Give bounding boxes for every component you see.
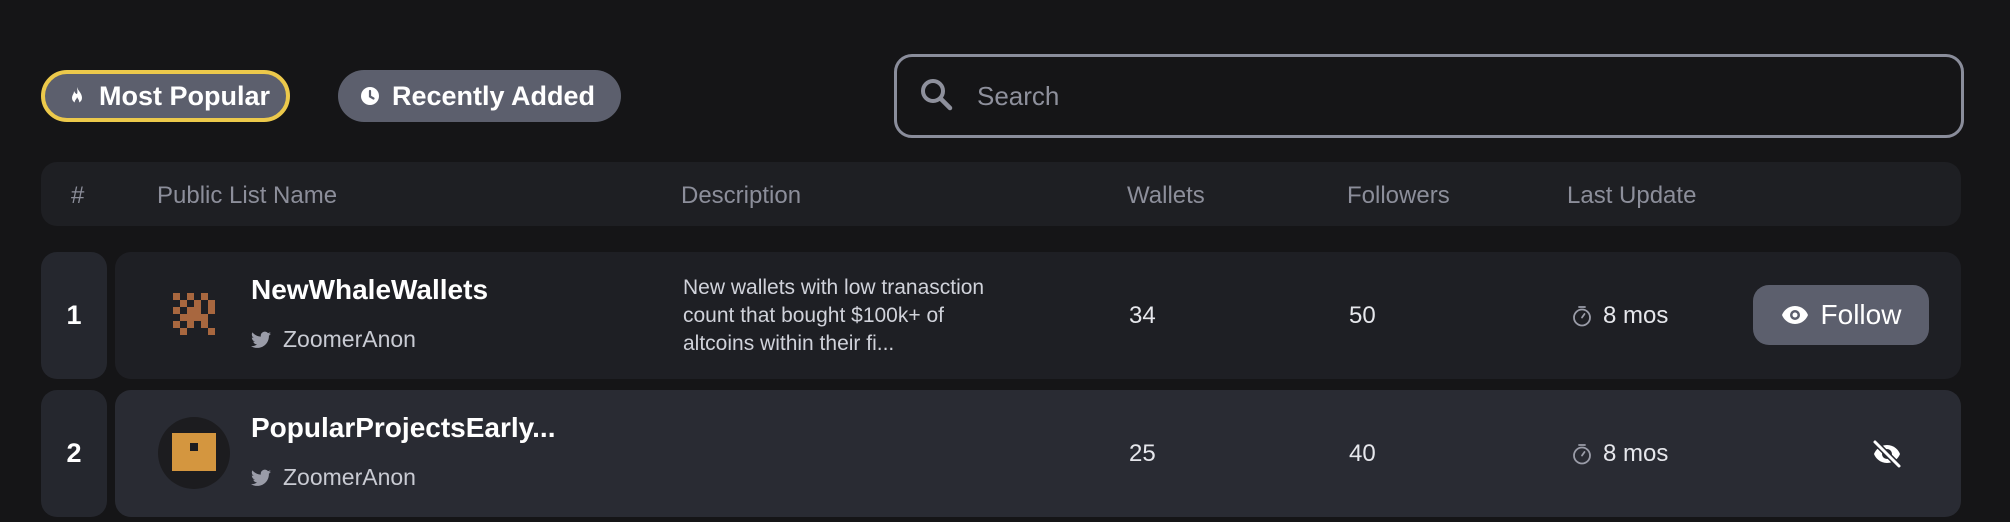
list-author[interactable]: ZoomerAnon: [251, 464, 416, 491]
followers-count: 40: [1349, 440, 1376, 467]
follow-button[interactable]: Follow: [1753, 285, 1929, 345]
last-update: 8 mos: [1571, 302, 1668, 330]
recently-added-label: Recently Added: [392, 80, 596, 111]
pixel-avatar-icon: [158, 417, 230, 489]
eye-icon: [1781, 306, 1808, 324]
last-update: 8 mos: [1571, 440, 1668, 468]
table-row[interactable]: NewWhaleWallets ZoomerAnon New wallets w…: [115, 252, 1961, 379]
eye-slash-icon: [1872, 439, 1902, 469]
column-header-followers[interactable]: Followers: [1347, 182, 1450, 210]
twitter-icon: [251, 331, 271, 348]
list-name[interactable]: PopularProjectsEarly...: [251, 412, 556, 444]
clock-icon: [360, 86, 380, 106]
column-header-description: Description: [681, 182, 802, 209]
column-header-wallets[interactable]: Wallets: [1127, 182, 1205, 210]
last-update-value: 8 mos: [1603, 440, 1669, 467]
timer-icon: [1573, 306, 1591, 327]
column-header-last-update[interactable]: Last Update: [1567, 182, 1696, 210]
list-name[interactable]: NewWhaleWallets: [251, 274, 488, 306]
list-description: New wallets with low tranasction count t…: [683, 276, 985, 355]
unfollow-button[interactable]: [1871, 438, 1903, 470]
column-header-name[interactable]: Public List Name: [157, 182, 337, 210]
search-input[interactable]: [975, 79, 1879, 113]
rank-cell: 2: [41, 390, 107, 517]
timer-icon: [1573, 444, 1591, 465]
wallets-count: 25: [1129, 440, 1156, 467]
author-handle: ZoomerAnon: [283, 464, 416, 490]
author-handle: ZoomerAnon: [283, 326, 416, 352]
most-popular-label: Most Popular: [99, 80, 271, 111]
table-header: # Public List Name Description Wallets F…: [41, 162, 1961, 226]
followers-count: 50: [1349, 302, 1376, 329]
search-icon: [919, 77, 953, 116]
wallets-count: 34: [1129, 302, 1156, 329]
column-header-rank: #: [71, 182, 85, 209]
search-box[interactable]: [894, 54, 1964, 138]
recently-added-filter-button[interactable]: Recently Added: [338, 70, 621, 122]
follow-label: Follow: [1820, 299, 1902, 330]
list-author[interactable]: ZoomerAnon: [251, 326, 416, 353]
flame-icon: [67, 86, 87, 106]
most-popular-filter-button[interactable]: Most Popular: [41, 70, 290, 122]
last-update-value: 8 mos: [1603, 302, 1669, 329]
table-row[interactable]: PopularProjectsEarly... ZoomerAnon 25 40…: [115, 390, 1961, 517]
pixel-avatar-icon: [158, 279, 230, 351]
twitter-icon: [251, 469, 271, 486]
rank-cell: 1: [41, 252, 107, 379]
